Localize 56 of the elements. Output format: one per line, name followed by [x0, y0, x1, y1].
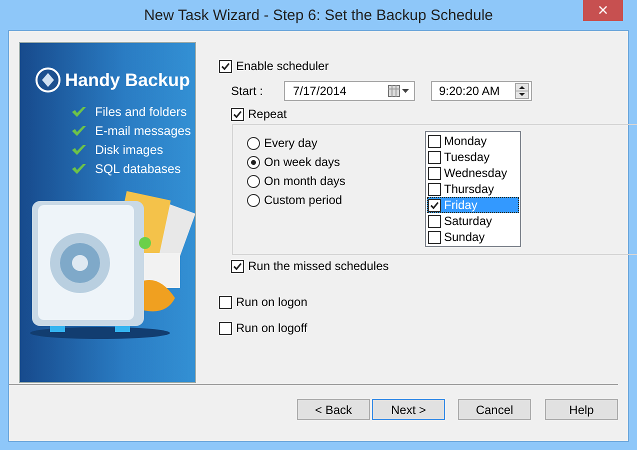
checkbox-label: Run on logon — [236, 295, 308, 309]
spinner-icon — [515, 83, 529, 99]
check-icon — [221, 62, 230, 70]
radio-button[interactable] — [247, 194, 260, 206]
check-icon — [71, 106, 87, 118]
wizard-button[interactable]: Cancel — [458, 399, 531, 420]
radio-button[interactable] — [247, 156, 260, 168]
checkbox[interactable] — [428, 134, 441, 148]
product-name: Handy Backup — [65, 70, 190, 90]
weekday-item[interactable]: Wednesday — [427, 165, 519, 181]
checkbox-label: Run on logoff — [236, 321, 308, 335]
window-title: New Task Wizard - Step 6: Set the Backup Schedule — [144, 7, 494, 24]
checkbox[interactable] — [231, 260, 244, 272]
checkbox[interactable] — [428, 166, 441, 180]
checkbox[interactable] — [428, 214, 441, 228]
checkbox-label: Repeat — [248, 107, 287, 121]
start-label: Start : — [231, 84, 264, 98]
feature-text: E-mail messages — [95, 124, 191, 138]
weekday-item[interactable]: Saturday — [427, 213, 519, 229]
check-icon — [430, 200, 439, 210]
checkbox-label: Enable scheduler — [236, 59, 329, 73]
weekday-item[interactable]: Sunday — [427, 229, 519, 245]
close-button[interactable]: × — [583, 0, 623, 21]
checkbox[interactable] — [428, 198, 441, 212]
calendar-icon — [388, 85, 410, 97]
check-icon — [71, 125, 87, 137]
wizard-button[interactable]: < Back — [297, 399, 370, 420]
radio-label: Custom period — [264, 193, 342, 207]
check-icon — [233, 262, 242, 270]
logo-icon — [35, 67, 61, 93]
radio-button[interactable] — [247, 136, 260, 150]
checkbox[interactable] — [219, 296, 232, 308]
check-icon — [71, 163, 87, 175]
check-icon — [233, 110, 242, 118]
check-icon — [71, 144, 87, 156]
checkbox[interactable] — [428, 150, 441, 164]
date-field[interactable]: 7/17/2014 — [284, 81, 415, 101]
checkbox[interactable] — [219, 322, 232, 334]
checkbox[interactable] — [219, 60, 232, 72]
checkbox-label: Run the missed schedules — [248, 259, 389, 273]
feature-text: SQL databases — [95, 162, 181, 176]
checkbox[interactable] — [428, 182, 441, 196]
weekday-item[interactable]: Tuesday — [427, 149, 519, 165]
wizard-button[interactable]: Help — [545, 399, 618, 420]
radio-label: On month days — [264, 174, 346, 188]
feature-text: Disk images — [95, 143, 164, 157]
weekday-item[interactable]: Thursday — [427, 181, 519, 197]
time-field[interactable]: 9:20:20 AM — [431, 81, 532, 101]
weekday-item[interactable]: Monday — [427, 133, 519, 149]
radio-label: Every day — [264, 136, 318, 150]
checkbox[interactable] — [231, 108, 244, 120]
radio-label: On week days — [264, 155, 340, 169]
checkbox[interactable] — [428, 230, 441, 244]
feature-text: Files and folders — [95, 105, 187, 119]
radio-button[interactable] — [247, 174, 260, 188]
wizard-button[interactable]: Next > — [372, 399, 445, 420]
